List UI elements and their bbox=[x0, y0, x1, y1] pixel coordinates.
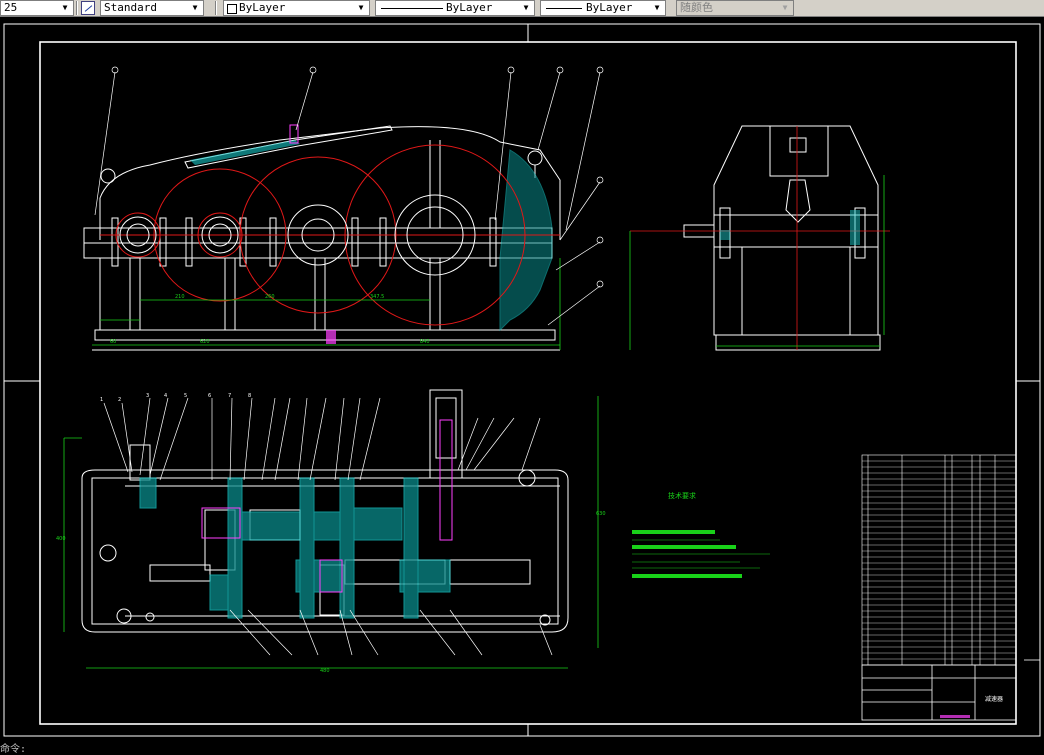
text-style-icon[interactable] bbox=[81, 1, 95, 15]
text-style-combo[interactable]: Standard ▼ bbox=[100, 0, 204, 16]
svg-text:210: 210 bbox=[175, 294, 185, 300]
layer-value: ByLayer bbox=[239, 1, 286, 14]
lineweight-sample-icon bbox=[546, 8, 582, 9]
svg-text:260: 260 bbox=[265, 294, 275, 300]
lineweight-value: ByLayer bbox=[586, 1, 633, 14]
svg-text:7: 7 bbox=[228, 393, 231, 399]
chevron-down-icon[interactable]: ▼ bbox=[59, 1, 71, 15]
svg-text:60: 60 bbox=[110, 339, 116, 345]
svg-text:840: 840 bbox=[420, 339, 430, 345]
svg-text:630: 630 bbox=[596, 511, 606, 517]
linetype-combo[interactable]: ByLayer ▼ bbox=[375, 0, 535, 16]
toolbar-separator bbox=[76, 1, 78, 15]
svg-text:347.5: 347.5 bbox=[370, 294, 384, 300]
lineweight-combo[interactable]: ByLayer ▼ bbox=[540, 0, 666, 16]
svg-text:400: 400 bbox=[56, 536, 66, 542]
chevron-down-icon[interactable]: ▼ bbox=[520, 1, 532, 15]
tech-req-title: 技术要求 bbox=[668, 491, 696, 500]
svg-text:1: 1 bbox=[100, 397, 103, 403]
plot-style-combo[interactable]: 随颜色 ▼ bbox=[676, 0, 794, 16]
svg-text:6: 6 bbox=[208, 393, 211, 399]
svg-text:3: 3 bbox=[146, 393, 149, 399]
svg-text:480: 480 bbox=[320, 668, 330, 674]
properties-toolbar: 25 ▼ Standard ▼ ByLayer ▼ ByLayer ▼ ByLa… bbox=[0, 0, 1044, 17]
title-block-name: 减速器 bbox=[985, 695, 1003, 703]
linetype-sample-icon bbox=[381, 8, 443, 9]
chevron-down-icon[interactable]: ▼ bbox=[779, 1, 791, 15]
chevron-down-icon[interactable]: ▼ bbox=[651, 1, 663, 15]
svg-text:8: 8 bbox=[248, 393, 251, 399]
svg-text:5: 5 bbox=[184, 393, 187, 399]
toolbar-separator bbox=[215, 1, 217, 15]
layer-combo[interactable]: ByLayer ▼ bbox=[223, 0, 370, 16]
svg-text:4: 4 bbox=[164, 393, 167, 399]
linetype-value: ByLayer bbox=[446, 1, 493, 14]
dim-scale-combo[interactable]: 25 ▼ bbox=[0, 0, 74, 16]
svg-text:2: 2 bbox=[118, 397, 121, 403]
dim-scale-value: 25 bbox=[4, 1, 18, 14]
text-style-value: Standard bbox=[104, 1, 157, 14]
drawing-canvas[interactable]: 210 260 347.5 620 840 60 480400630 1 23 4… bbox=[0, 17, 1044, 740]
color-swatch-icon bbox=[227, 4, 237, 14]
chevron-down-icon[interactable]: ▼ bbox=[189, 1, 201, 15]
plot-style-value: 随颜色 bbox=[680, 1, 713, 14]
chevron-down-icon[interactable]: ▼ bbox=[355, 1, 367, 15]
svg-text:620: 620 bbox=[200, 339, 210, 345]
